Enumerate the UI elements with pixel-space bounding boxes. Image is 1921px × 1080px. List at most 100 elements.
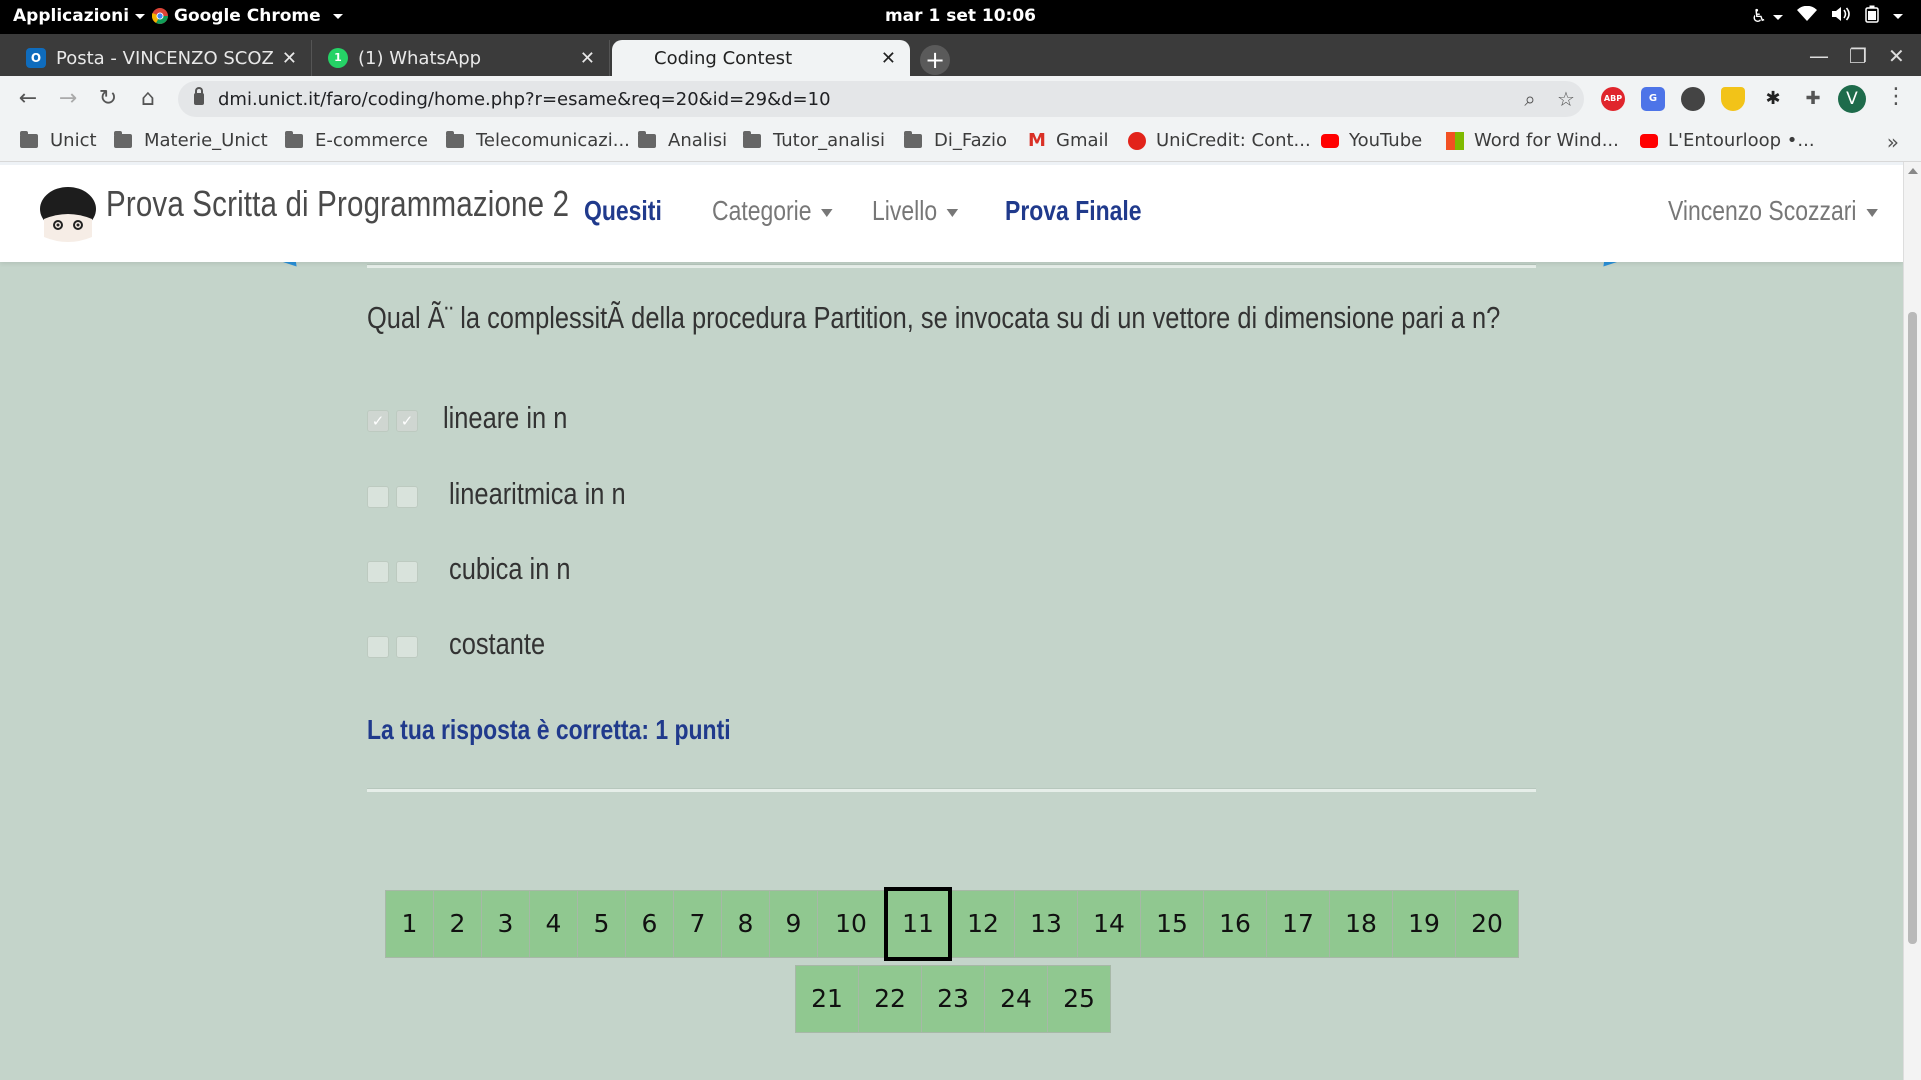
nav-prova-finale[interactable]: Prova Finale <box>1005 195 1142 227</box>
close-icon[interactable]: ✕ <box>881 48 896 69</box>
bookmark-gmail[interactable]: M Gmail <box>1028 130 1109 151</box>
bookmark-word[interactable]: Word for Wind... <box>1446 130 1619 151</box>
page-button-13[interactable]: 13 <box>1014 890 1078 958</box>
reload-icon[interactable]: ↻ <box>93 84 123 114</box>
chevron-right-icon[interactable]: » <box>1887 130 1899 154</box>
scrollbar-thumb[interactable] <box>1908 312 1917 944</box>
adblock-icon[interactable]: ABP <box>1601 87 1625 111</box>
bookmark-tutor-analisi[interactable]: Tutor_analisi <box>743 130 885 151</box>
extension-icon[interactable] <box>1681 87 1705 111</box>
url-text[interactable]: dmi.unict.it/faro/coding/home.php?r=esam… <box>218 89 1512 110</box>
back-icon[interactable]: ← <box>13 84 43 114</box>
new-tab-button[interactable]: + <box>920 45 950 75</box>
page-button-9[interactable]: 9 <box>769 890 818 958</box>
page-button-14[interactable]: 14 <box>1077 890 1141 958</box>
checkbox[interactable] <box>367 561 389 583</box>
tab-title: (1) WhatsApp <box>358 47 482 69</box>
close-icon[interactable]: ✕ <box>282 48 297 69</box>
nav-categorie[interactable]: Categorie <box>712 195 833 227</box>
page-button-5[interactable]: 5 <box>577 890 626 958</box>
minimize-icon[interactable]: — <box>1809 44 1829 68</box>
page-button-4[interactable]: 4 <box>529 890 578 958</box>
menu-icon[interactable]: ⋮ <box>1885 84 1907 109</box>
clock[interactable]: mar 1 set 10:06 <box>0 6 1921 26</box>
bookmark-unict[interactable]: Unict <box>20 130 97 151</box>
bookmark-materie-unict[interactable]: Materie_Unict <box>114 130 268 151</box>
restore-icon[interactable]: ❐ <box>1849 44 1867 68</box>
page-button-10[interactable]: 10 <box>817 890 885 958</box>
page-button-15[interactable]: 15 <box>1140 890 1204 958</box>
close-icon[interactable]: ✕ <box>580 48 595 69</box>
page-button-8[interactable]: 8 <box>721 890 770 958</box>
zoom-icon[interactable]: ⌕ <box>1512 87 1548 111</box>
bookmark-telecomunicazioni[interactable]: Telecomunicazi... <box>446 130 630 151</box>
site-title[interactable]: Prova Scritta di Programmazione 2 <box>106 183 569 225</box>
page-button-25[interactable]: 25 <box>1047 965 1111 1033</box>
bookmark-label: Gmail <box>1056 130 1109 151</box>
bookmarks-bar: Unict Materie_Unict E-commerce Telecomun… <box>0 122 1921 162</box>
accessibility-icon[interactable]: ♿ <box>1751 6 1783 27</box>
home-icon[interactable]: ⌂ <box>133 84 163 114</box>
chevron-down-icon[interactable] <box>1893 14 1903 19</box>
page-button-1[interactable]: 1 <box>385 890 434 958</box>
nav-quesiti[interactable]: Quesiti <box>584 195 662 227</box>
checkbox[interactable] <box>367 486 389 508</box>
checkbox[interactable] <box>396 636 418 658</box>
bookmark-label: Analisi <box>668 130 728 151</box>
bookmark-label: Telecomunicazi... <box>476 130 630 151</box>
bookmark-youtube[interactable]: YouTube <box>1321 130 1422 151</box>
youtube-icon <box>1640 133 1658 148</box>
page-button-6[interactable]: 6 <box>625 890 674 958</box>
page-button-22[interactable]: 22 <box>858 965 922 1033</box>
close-window-icon[interactable]: ✕ <box>1888 44 1905 68</box>
star-icon[interactable]: ☆ <box>1548 87 1584 111</box>
page-button-18[interactable]: 18 <box>1329 890 1393 958</box>
page-button-17[interactable]: 17 <box>1266 890 1330 958</box>
page-button-16[interactable]: 16 <box>1203 890 1267 958</box>
page-button-19[interactable]: 19 <box>1392 890 1456 958</box>
folder-icon <box>20 130 38 148</box>
bookmark-e-commerce[interactable]: E-commerce <box>285 130 428 151</box>
shield-icon[interactable] <box>1721 87 1745 111</box>
nav-livello[interactable]: Livello <box>872 195 959 227</box>
logo-icon[interactable] <box>38 185 98 243</box>
divider <box>367 264 1536 268</box>
bookmark-label: YouTube <box>1349 130 1423 151</box>
extension-icon[interactable]: ✱ <box>1761 87 1785 111</box>
option-label: cubica in n <box>449 551 571 586</box>
vertical-scrollbar[interactable] <box>1903 162 1921 1080</box>
system-tray[interactable]: ♿ <box>1751 5 1903 28</box>
checkbox-checked[interactable]: ✓ <box>396 410 418 432</box>
tab-whatsapp[interactable]: 1 (1) WhatsApp ✕ <box>314 40 610 76</box>
address-bar[interactable]: dmi.unict.it/faro/coding/home.php?r=esam… <box>178 81 1584 117</box>
checkbox-checked[interactable]: ✓ <box>367 410 389 432</box>
lock-icon[interactable] <box>194 87 204 105</box>
page-button-7[interactable]: 7 <box>673 890 722 958</box>
page-button-24[interactable]: 24 <box>984 965 1048 1033</box>
page-button-11-current[interactable]: 11 <box>884 887 952 961</box>
page-button-12[interactable]: 12 <box>951 890 1015 958</box>
page-button-3[interactable]: 3 <box>481 890 530 958</box>
page-button-20[interactable]: 20 <box>1455 890 1519 958</box>
folder-icon <box>638 130 656 148</box>
checkbox[interactable] <box>396 561 418 583</box>
tab-strip: O Posta - VINCENZO SCOZZARI - Outlook ✕ … <box>0 34 1921 76</box>
translate-icon[interactable]: G <box>1641 87 1665 111</box>
bookmark-unicredit[interactable]: UniCredit: Cont... <box>1128 130 1311 151</box>
forward-icon[interactable]: → <box>53 84 83 114</box>
checkbox[interactable] <box>396 486 418 508</box>
profile-avatar[interactable]: V <box>1838 85 1866 113</box>
page-button-21[interactable]: 21 <box>795 965 859 1033</box>
tab-coding-contest[interactable]: Coding Contest ✕ <box>612 40 910 76</box>
puzzle-icon[interactable]: ✚ <box>1801 87 1825 111</box>
scroll-up-icon[interactable] <box>1908 168 1918 174</box>
outlook-icon: O <box>26 48 46 68</box>
bookmark-entourloop[interactable]: L'Entourloop •... <box>1640 130 1815 151</box>
page-button-23[interactable]: 23 <box>921 965 985 1033</box>
bookmark-di-fazio[interactable]: Di_Fazio <box>904 130 1007 151</box>
bookmark-analisi[interactable]: Analisi <box>638 130 727 151</box>
tab-outlook[interactable]: O Posta - VINCENZO SCOZZARI - Outlook ✕ <box>12 40 312 76</box>
checkbox[interactable] <box>367 636 389 658</box>
user-menu[interactable]: Vincenzo Scozzari <box>1668 195 1878 227</box>
page-button-2[interactable]: 2 <box>433 890 482 958</box>
